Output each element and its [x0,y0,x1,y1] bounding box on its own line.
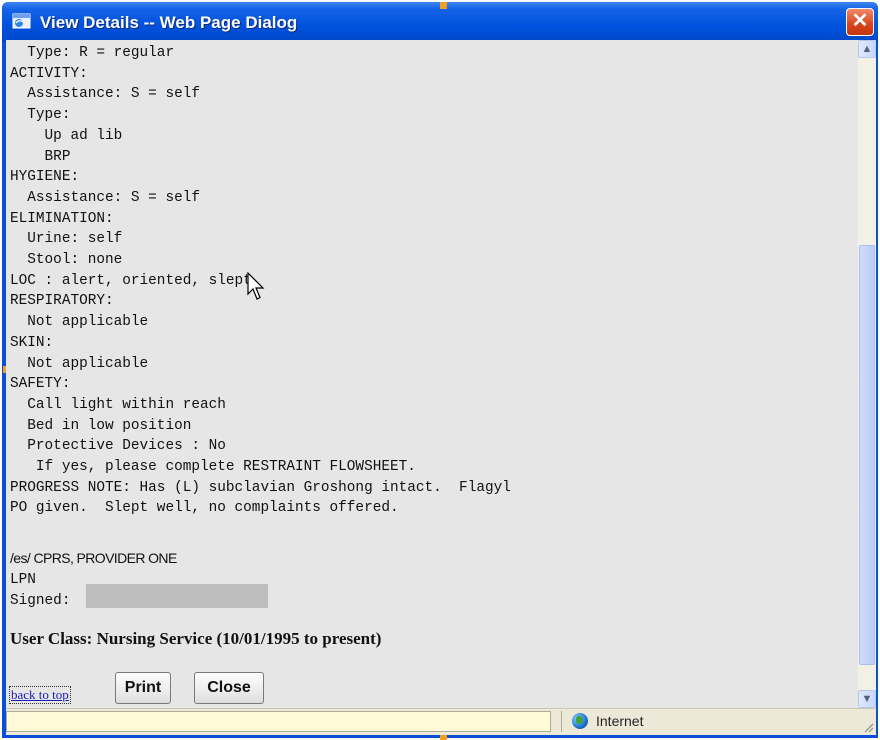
scroll-up-arrow-icon[interactable]: ▲ [858,40,876,58]
status-bar: Internet [6,708,876,735]
user-class-line: User Class: Nursing Service (10/01/1995 … [10,629,382,648]
resize-handle-top[interactable] [440,2,447,9]
back-to-top-link[interactable]: back to top [9,686,71,704]
internet-globe-icon [572,713,588,729]
security-zone: Internet [561,711,862,732]
scroll-down-arrow-icon[interactable]: ▼ [858,690,876,708]
print-button[interactable]: Print [115,672,171,704]
mouse-pointer-icon [247,272,265,300]
close-icon: ✕ [851,10,869,32]
resize-grip-icon[interactable] [862,721,874,733]
close-button[interactable]: Close [194,672,264,704]
signed-label: Signed: [10,593,71,609]
window-title: View Details -- Web Page Dialog [40,13,298,32]
signed-value-redacted [86,584,268,608]
status-message-area [6,711,551,732]
electronic-signature: /es/ CPRS, PROVIDER ONE [10,550,177,566]
vertical-scrollbar[interactable]: ▲ ▼ [858,40,876,708]
signer-role: LPN [10,572,36,588]
web-page-icon [12,13,31,29]
zone-label: Internet [596,713,644,729]
window-close-button[interactable]: ✕ [846,8,874,36]
dialog-content: Type: R = regular ACTIVITY: Assistance: … [6,40,858,708]
scroll-thumb[interactable] [859,245,875,665]
